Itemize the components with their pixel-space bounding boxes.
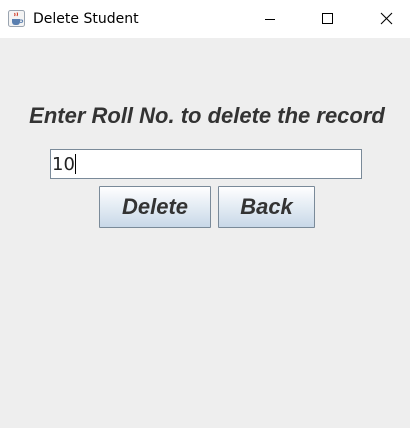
maximize-button[interactable] [304, 0, 350, 38]
maximize-icon [322, 13, 333, 24]
delete-button[interactable]: Delete [99, 186, 211, 228]
content-panel: Enter Roll No. to delete the record Dele… [0, 38, 410, 428]
minimize-button[interactable] [247, 0, 293, 38]
page-title: Enter Roll No. to delete the record [29, 103, 385, 128]
close-button[interactable] [364, 0, 410, 38]
window-title: Delete Student [33, 11, 139, 27]
text-caret [75, 154, 76, 174]
roll-number-input[interactable] [50, 149, 362, 179]
back-button[interactable]: Back [218, 186, 315, 228]
java-coffee-cup-icon [8, 10, 25, 27]
close-icon [380, 12, 393, 25]
minimize-icon [265, 19, 275, 20]
title-bar[interactable]: Delete Student [0, 0, 410, 38]
delete-student-window: Delete Student Enter Roll No. to delete … [0, 0, 410, 428]
